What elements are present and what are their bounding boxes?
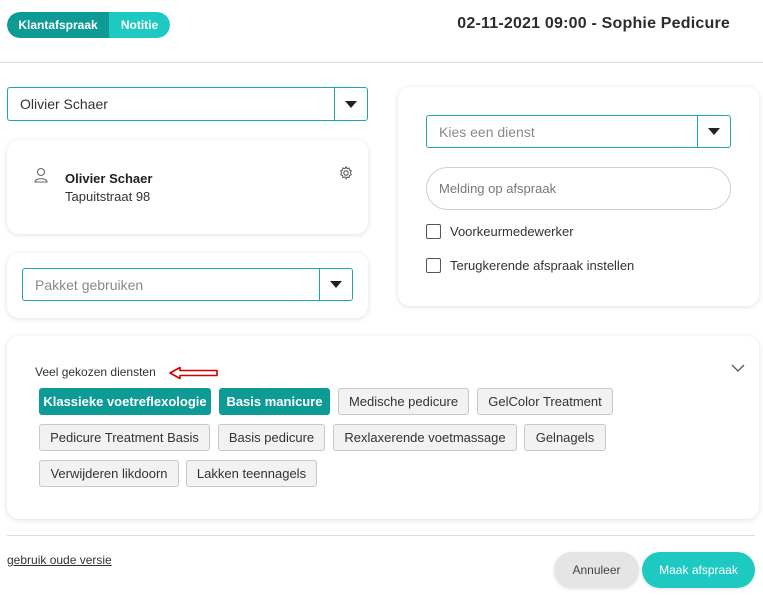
client-address: Tapuitstraat 98 [65,189,151,204]
package-select-placeholder: Pakket gebruiken [35,276,144,293]
footer-divider [7,535,755,536]
service-select-placeholder: Kies een dienst [439,123,535,140]
popular-services-label: Veel gekozen diensten [35,365,156,379]
gear-icon[interactable] [339,166,353,180]
preferred-employee-checkbox[interactable] [426,224,441,239]
caret-down-icon [330,281,342,288]
service-chip-verwijderen-likdoorn[interactable]: Verwijderen likdoorn [39,460,179,487]
service-chip-basis-pedicure[interactable]: Basis pedicure [218,424,325,451]
recurring-appointment-label: Terugkerende afspraak instellen [450,258,635,273]
service-select[interactable]: Kies een dienst [426,115,731,148]
tab-klantafspraak[interactable]: Klantafspraak [7,12,109,38]
client-select-dropdown-button[interactable] [334,88,367,120]
package-select[interactable]: Pakket gebruiken [22,268,353,301]
service-select-dropdown-button[interactable] [697,116,730,147]
recurring-appointment-checkbox[interactable] [426,258,441,273]
appointment-note-input[interactable]: Melding op afspraak [426,167,731,210]
service-chip-medische-pedicure[interactable]: Medische pedicure [338,388,469,415]
client-name: Olivier Schaer [65,171,153,186]
service-chip-pedicure-treatment-basis[interactable]: Pedicure Treatment Basis [39,424,210,451]
preferred-employee-label: Voorkeurmedewerker [450,224,574,239]
service-chip-gelnagels[interactable]: Gelnagels [524,424,606,451]
client-card: Olivier Schaer Tapuitstraat 98 [7,140,368,234]
service-chip-gelcolor-treatment[interactable]: GelColor Treatment [477,388,613,415]
appointment-type-toggle: Klantafspraak Notitie [7,12,170,38]
preferred-employee-option[interactable]: Voorkeurmedewerker [426,224,574,239]
service-chip-rexlaxerende-voetmassage[interactable]: Rexlaxerende voetmassage [333,424,517,451]
chevron-down-icon[interactable] [730,362,746,374]
header-divider [0,62,763,63]
old-version-link[interactable]: gebruik oude versie [7,553,112,567]
make-appointment-button[interactable]: Maak afspraak [642,552,755,588]
arrow-left-icon [169,366,218,380]
caret-down-icon [708,128,720,135]
service-chip-lakken-teennagels[interactable]: Lakken teennagels [186,460,317,487]
tab-notitie[interactable]: Notitie [109,12,170,38]
service-chip-basis-manicure[interactable]: Basis manicure [219,388,330,415]
caret-down-icon [345,100,357,108]
client-select[interactable]: Olivier Schaer [7,87,368,121]
page-title: 02-11-2021 09:00 - Sophie Pedicure [457,15,730,32]
package-select-dropdown-button[interactable] [319,269,352,300]
user-icon [34,167,48,183]
client-select-value: Olivier Schaer [20,96,108,112]
recurring-appointment-option[interactable]: Terugkerende afspraak instellen [426,258,634,273]
cancel-button[interactable]: Annuleer [554,552,639,588]
service-chip-klassieke-voetreflexologie[interactable]: Klassieke voetreflexologie [39,388,211,415]
